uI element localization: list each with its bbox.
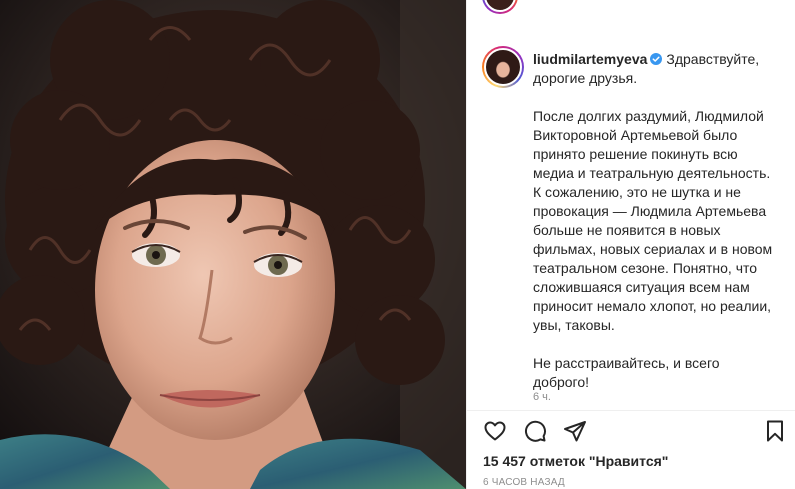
post-time-ago[interactable]: 6 часов назад <box>483 477 565 488</box>
post-caption: liudmilartemyeva Здравствуйте, дорогие др… <box>533 50 783 411</box>
caption-avatar[interactable] <box>482 46 524 88</box>
bookmark-icon[interactable] <box>763 419 787 443</box>
avatar-image <box>484 48 522 86</box>
caption-body: После долгих раздумий, Людмилой Викторов… <box>533 108 773 333</box>
caption-farewell: Не расстраивайтесь, и всего доброго! <box>533 355 720 390</box>
caption-first-paragraph: liudmilartemyeva Здравствуйте, дорогие др… <box>533 50 783 88</box>
share-icon[interactable] <box>563 419 587 443</box>
heart-icon[interactable] <box>483 419 507 443</box>
post-photo[interactable] <box>0 0 466 489</box>
portrait-image <box>0 0 466 489</box>
verified-badge-icon <box>650 53 663 65</box>
comment-icon[interactable] <box>523 419 547 443</box>
actions-divider <box>467 410 795 411</box>
caption-timestamp[interactable]: 6 ч. <box>533 391 551 403</box>
likes-count[interactable]: 15 457 отметок "Нравится" <box>483 453 668 469</box>
username-link[interactable]: liudmilartemyeva <box>533 51 647 67</box>
